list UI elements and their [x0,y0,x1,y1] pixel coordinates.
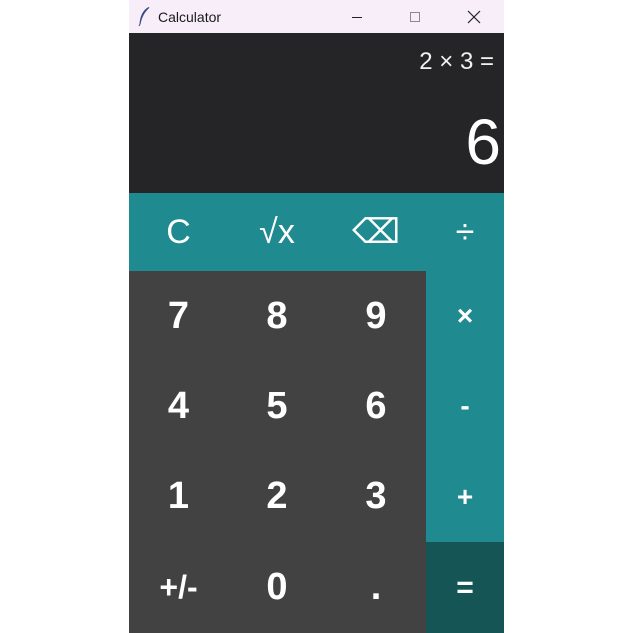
digit-4-button[interactable]: 4 [129,361,228,451]
negate-button[interactable]: +/- [129,542,228,633]
multiply-button[interactable]: × [426,271,504,361]
digit-1-button[interactable]: 1 [129,451,228,542]
digit-7-button[interactable]: 7 [129,271,228,361]
expression-display: 2 × 3 = [419,48,494,75]
digit-0-button[interactable]: 0 [228,542,326,633]
window-title: Calculator [158,9,222,25]
decimal-button[interactable]: . [326,542,426,633]
clear-button[interactable]: C [129,193,228,271]
display-panel: 2 × 3 = 6 [129,33,504,193]
backspace-button[interactable]: ⌫ [326,193,426,271]
digit-3-button[interactable]: 3 [326,451,426,542]
close-icon [467,10,481,23]
feather-icon [137,6,151,27]
subtract-button[interactable]: - [426,361,504,451]
close-button[interactable] [451,0,497,33]
calculator-window: Calculator 2 × 3 = 6 C √x ⌫ ÷ 7 8 9 × 4 … [129,0,504,633]
digit-2-button[interactable]: 2 [228,451,326,542]
digit-9-button[interactable]: 9 [326,271,426,361]
divide-button[interactable]: ÷ [426,193,504,271]
add-button[interactable]: + [426,451,504,542]
digit-5-button[interactable]: 5 [228,361,326,451]
maximize-icon [410,11,420,22]
minimize-button[interactable] [334,0,380,33]
equals-button[interactable]: = [426,542,504,633]
minimize-icon [352,16,362,18]
digit-6-button[interactable]: 6 [326,361,426,451]
result-display: 6 [465,106,501,178]
square-root-button[interactable]: √x [228,193,326,271]
keypad: C √x ⌫ ÷ 7 8 9 × 4 5 6 - 1 2 3 + +/- 0 .… [129,193,504,633]
maximize-button[interactable] [392,0,438,33]
title-bar[interactable]: Calculator [129,0,504,33]
digit-8-button[interactable]: 8 [228,271,326,361]
